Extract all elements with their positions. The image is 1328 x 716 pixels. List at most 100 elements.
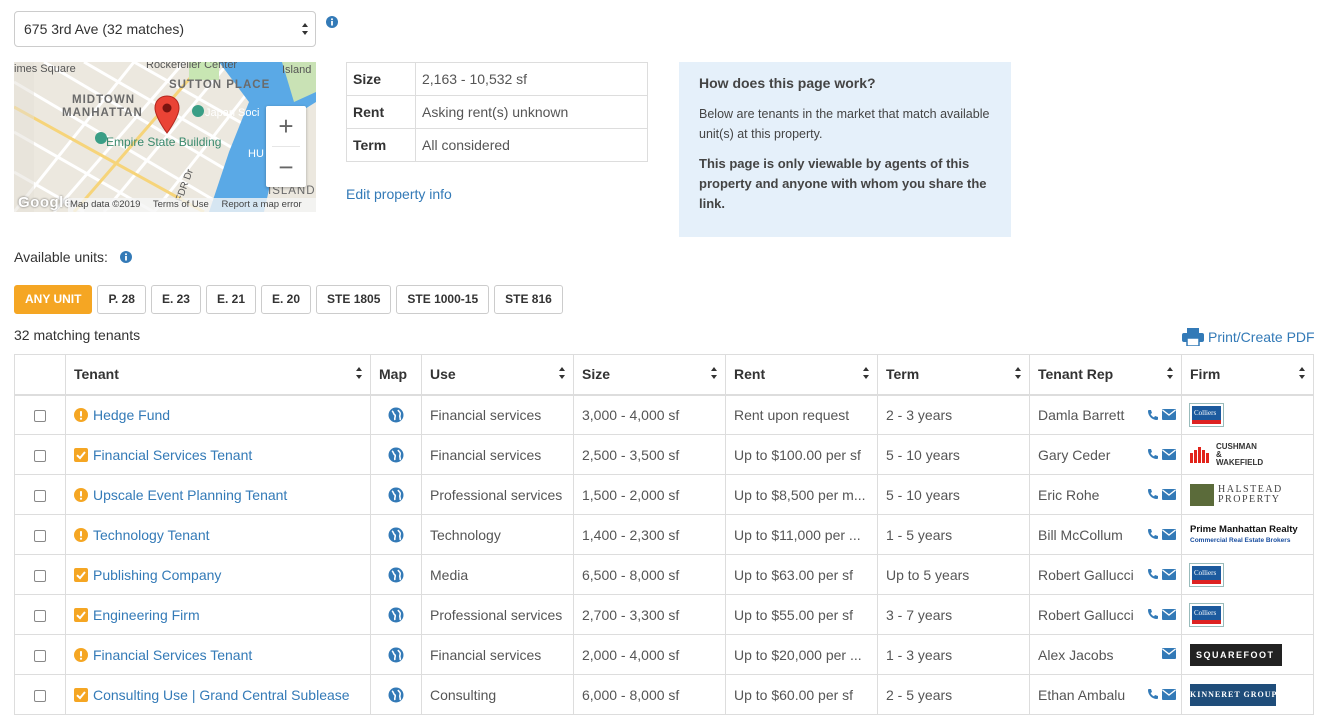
phone-icon[interactable] [1147, 608, 1159, 620]
column-header-tenant[interactable]: Tenant [65, 354, 371, 396]
globe-icon[interactable] [388, 487, 404, 503]
unit-button[interactable]: STE 1000-15 [396, 285, 490, 314]
tenant-link[interactable]: Financial Services Tenant [93, 447, 252, 463]
phone-icon[interactable] [1147, 688, 1159, 700]
tenant-link[interactable]: Technology Tenant [93, 527, 210, 543]
firm-logo-subtext: Commercial Real Estate Brokers [1190, 536, 1291, 544]
email-icon[interactable] [1162, 488, 1176, 500]
map-label: SUTTON PLACE [169, 79, 271, 91]
sort-icon[interactable] [1166, 366, 1174, 380]
column-header-tenant-rep[interactable]: Tenant Rep [1029, 354, 1182, 396]
column-header-use[interactable]: Use [421, 354, 574, 396]
row-checkbox[interactable] [34, 489, 46, 502]
globe-icon[interactable] [388, 447, 404, 463]
poi-icon [95, 132, 107, 144]
column-header-term[interactable]: Term [877, 354, 1030, 396]
phone-icon[interactable] [1147, 568, 1159, 580]
column-header-rent[interactable]: Rent [725, 354, 878, 396]
row-checkbox[interactable] [34, 410, 46, 423]
unit-button[interactable]: E. 21 [205, 285, 256, 314]
property-select[interactable]: 675 3rd Ave (32 matches) [14, 11, 316, 47]
email-icon[interactable] [1162, 688, 1176, 700]
tenant-link[interactable]: Hedge Fund [93, 407, 170, 423]
property-info-table: Size 2,163 - 10,532 sf Rent Asking rent(… [346, 62, 648, 162]
globe-icon[interactable] [388, 687, 404, 703]
row-checkbox[interactable] [34, 689, 46, 702]
header-label: Term [886, 366, 920, 383]
column-header-firm[interactable]: Firm [1181, 354, 1314, 396]
sort-icon[interactable] [1014, 366, 1022, 380]
row-checkbox[interactable] [34, 569, 46, 582]
property-map[interactable]: imes Square Rockefeller Center Island SU… [14, 62, 316, 212]
rent-cell: Rent upon request [725, 394, 878, 435]
email-icon[interactable] [1162, 568, 1176, 580]
row-checkbox[interactable] [34, 449, 46, 462]
use-cell: Financial services [421, 394, 574, 435]
map-label: HU [248, 148, 264, 160]
phone-icon[interactable] [1147, 488, 1159, 500]
tenant-cell: Consulting Use | Grand Central Sublease [65, 674, 371, 715]
tenant-cell: Financial Services Tenant [65, 434, 371, 475]
globe-icon[interactable] [388, 567, 404, 583]
globe-icon[interactable] [388, 647, 404, 663]
firm-logo-text: SQUAREFOOT [1196, 649, 1275, 660]
email-icon[interactable] [1162, 448, 1176, 460]
phone-icon[interactable] [1147, 448, 1159, 460]
sort-icon[interactable] [355, 366, 363, 380]
info-icon[interactable] [119, 251, 132, 263]
unit-button[interactable]: E. 23 [150, 285, 201, 314]
phone-icon[interactable] [1147, 409, 1159, 421]
rent-cell: Up to $11,000 per ... [725, 514, 878, 555]
info-value: 2,163 - 10,532 sf [415, 62, 648, 96]
row-checkbox[interactable] [34, 529, 46, 542]
email-icon[interactable] [1162, 528, 1176, 540]
firm-cell: Colliers [1181, 394, 1314, 435]
unit-button[interactable]: STE 816 [494, 285, 563, 314]
size-cell: 1,400 - 2,300 sf [573, 514, 726, 555]
sort-icon[interactable] [710, 366, 718, 380]
tenant-link[interactable]: Consulting Use | Grand Central Sublease [93, 687, 350, 703]
report-map-error-link[interactable]: Report a map error [221, 199, 301, 210]
poi-icon [192, 105, 204, 117]
edit-property-info-link[interactable]: Edit property info [346, 186, 452, 202]
row-checkbox[interactable] [34, 609, 46, 622]
tenant-link[interactable]: Publishing Company [93, 567, 221, 583]
tenant-link[interactable]: Financial Services Tenant [93, 647, 252, 663]
zoom-in-button[interactable]: + [266, 106, 306, 146]
email-icon[interactable] [1162, 409, 1176, 420]
select-cell [14, 434, 66, 475]
globe-icon[interactable] [388, 527, 404, 543]
info-icon[interactable] [326, 16, 338, 28]
column-header-size[interactable]: Size [573, 354, 726, 396]
sort-icon[interactable] [862, 366, 870, 380]
available-units-text: Available units: [14, 249, 108, 265]
tenant-link[interactable]: Upscale Event Planning Tenant [93, 487, 287, 503]
phone-icon[interactable] [1147, 528, 1159, 540]
unit-button[interactable]: E. 20 [261, 285, 312, 314]
tenant-link[interactable]: Engineering Firm [93, 607, 200, 623]
term-cell: 2 - 3 years [877, 394, 1030, 435]
tenant-rep-name: Eric Rohe [1038, 486, 1100, 503]
firm-logo-text: KINNERET GROUP [1190, 689, 1278, 699]
zoom-out-button[interactable]: − [266, 147, 306, 187]
matching-tenants-count: 32 matching tenants [14, 327, 141, 343]
size-cell: 3,000 - 4,000 sf [573, 394, 726, 435]
map-pin-icon[interactable] [154, 95, 180, 135]
sort-icon[interactable] [558, 366, 566, 380]
terms-link[interactable]: Terms of Use [153, 199, 209, 210]
globe-icon[interactable] [388, 607, 404, 623]
map-label: Japan Soci [205, 107, 260, 119]
unit-button[interactable]: STE 1805 [316, 285, 392, 314]
map-cell [370, 634, 422, 675]
unit-button-any[interactable]: ANY UNIT [14, 285, 93, 314]
email-icon[interactable] [1162, 648, 1176, 659]
firm-logo-text: Colliers [1194, 608, 1217, 617]
unit-button[interactable]: P. 28 [97, 285, 146, 314]
row-checkbox[interactable] [34, 649, 46, 662]
map-attribution: Map data ©2019 Terms of Use Report a map… [68, 198, 316, 212]
sort-icon[interactable] [1298, 366, 1306, 380]
print-create-pdf-link[interactable]: Print/Create PDF [1182, 328, 1315, 346]
globe-icon[interactable] [388, 407, 404, 423]
map-zoom-control: + − [266, 106, 306, 187]
email-icon[interactable] [1162, 608, 1176, 620]
